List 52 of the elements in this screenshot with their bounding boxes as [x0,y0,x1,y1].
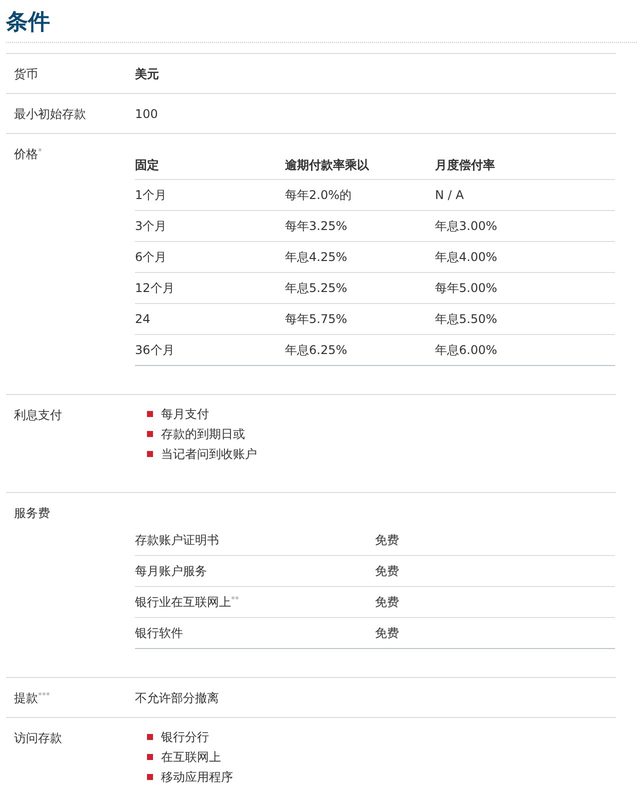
bullet-icon [147,411,153,417]
bullet-icon [147,754,153,760]
fee-name: 银行业在互联网上$^{**}$ [135,595,239,609]
row-value: 美元 [135,67,159,81]
table-cell: 3个月 [135,219,167,233]
table-cell: 12个月 [135,281,174,295]
fee-name: 存款账户证明书 [135,533,219,547]
row-label: 价格$^{*}$ [14,147,42,161]
table-cell: 年息4.25% [285,250,348,264]
row-label: 利息支付 [14,408,62,422]
table-cell: 24 [135,312,150,326]
list-item: 在互联网上 [161,749,221,766]
row-label: 访问存款 [14,731,62,745]
fee-name: 银行软件 [135,626,183,640]
fee-name: 每月账户服务 [135,564,207,578]
bullet-icon [147,774,153,780]
row-label: 服务费 [14,506,50,520]
table-cell: 1个月 [135,188,167,202]
fee-value: 免费 [375,564,399,578]
table-cell: 年息4.00% [435,250,498,264]
table-cell: 每年2.0%的 [285,188,352,202]
table-cell: 每年3.25% [285,219,348,233]
list-item: 移动应用程序 [161,769,233,786]
list-item: 银行分行 [161,729,209,746]
bullet-icon [147,734,153,740]
column-header: 逾期付款率乘以 [285,158,369,172]
table-cell: N / A [435,188,464,202]
table-cell: 36个月 [135,343,174,357]
column-header: 月度偿付率 [435,158,495,172]
list-item: 当记者问到收账户 [161,446,257,463]
row-label: 提款$^{***}$ [14,691,50,705]
bullet-icon [147,431,153,437]
fee-value: 免费 [375,595,399,609]
table-cell: 年息3.00% [435,219,498,233]
list-item: 存款的到期日或 [161,426,245,443]
table-cell: 年息5.50% [435,312,498,326]
bullet-icon [147,451,153,457]
table-cell: 6个月 [135,250,167,264]
page-title: 条件 [6,9,51,37]
table-cell: 每年5.75% [285,312,348,326]
table-cell: 年息5.25% [285,281,348,295]
table-cell: 每年5.00% [435,281,498,295]
row-label: 货币 [14,67,38,81]
fee-value: 免费 [375,533,399,547]
table-cell: 年息6.00% [435,343,498,357]
row-value: 100 [135,107,158,121]
table-cell: 年息6.25% [285,343,348,357]
row-value: 不允许部分撤离 [135,691,219,705]
column-header: 固定 [135,158,159,172]
row-label: 最小初始存款 [14,107,86,121]
fee-value: 免费 [375,626,399,640]
list-item: 每月支付 [161,406,209,423]
